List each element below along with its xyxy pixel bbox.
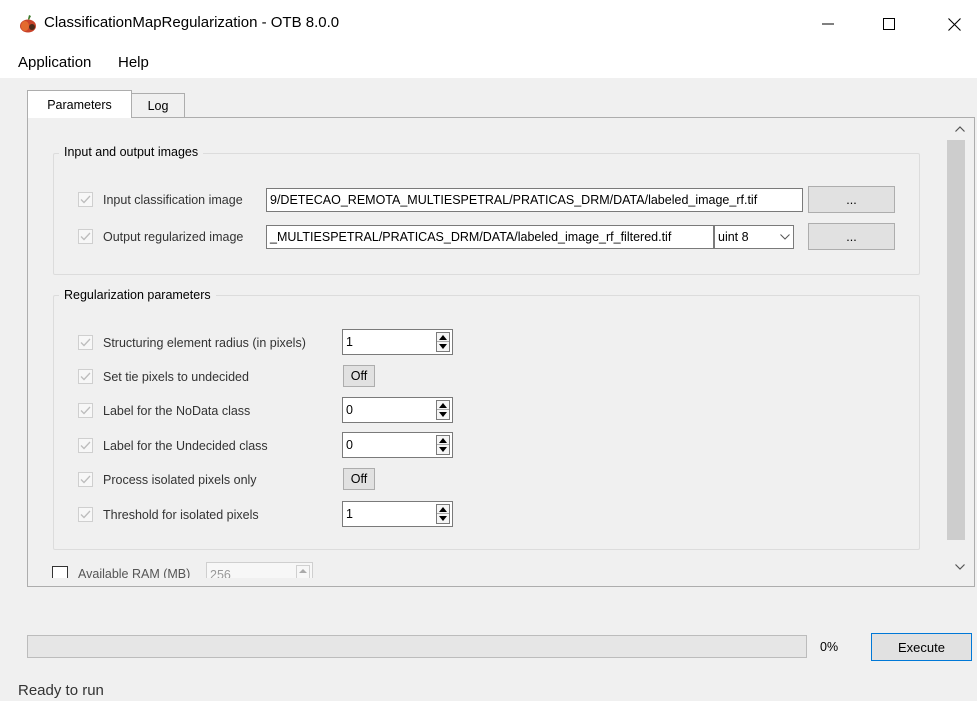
- close-icon: [947, 17, 961, 31]
- threshold-spinbox[interactable]: 1: [342, 501, 453, 527]
- close-button[interactable]: [931, 0, 977, 48]
- ram-stepper[interactable]: [296, 565, 310, 578]
- menu-bar: Application Help: [0, 48, 977, 78]
- radius-stepper[interactable]: [436, 332, 450, 352]
- chevron-up-icon: [955, 126, 965, 132]
- spin-up-icon[interactable]: [437, 436, 449, 445]
- isolated-enabled-checkbox[interactable]: [78, 472, 93, 487]
- ram-value: 256: [210, 568, 231, 578]
- checkmark-icon: [80, 338, 91, 347]
- undecided-enabled-checkbox[interactable]: [78, 438, 93, 453]
- input-path-field[interactable]: 9/DETECAO_REMOTA_MULTIESPETRAL/PRATICAS_…: [266, 188, 803, 212]
- undecided-stepper[interactable]: [436, 435, 450, 455]
- checkmark-icon: [80, 441, 91, 450]
- maximize-icon: [883, 18, 895, 30]
- isolated-label: Process isolated pixels only: [103, 473, 257, 487]
- spin-down-icon[interactable]: [437, 514, 449, 523]
- ram-enabled-checkbox[interactable]: [52, 566, 68, 578]
- radius-enabled-checkbox[interactable]: [78, 335, 93, 350]
- radius-value: 1: [346, 335, 353, 349]
- input-enabled-checkbox[interactable]: [78, 192, 93, 207]
- menu-help[interactable]: Help: [118, 54, 149, 71]
- regularization-group-title: Regularization parameters: [59, 288, 216, 302]
- menu-application[interactable]: Application: [18, 54, 91, 71]
- progress-bar: [27, 635, 807, 658]
- execute-button[interactable]: Execute: [871, 633, 972, 661]
- nodata-spinbox[interactable]: 0: [342, 397, 453, 423]
- threshold-stepper[interactable]: [436, 504, 450, 524]
- output-path-field[interactable]: _MULTIESPETRAL/PRATICAS_DRM/DATA/labeled…: [266, 225, 714, 249]
- checkmark-icon: [80, 406, 91, 415]
- parameters-scroll-area: Input and output images Input classifica…: [28, 118, 946, 578]
- spin-up-icon[interactable]: [437, 401, 449, 410]
- window-title: ClassificationMapRegularization - OTB 8.…: [44, 14, 340, 31]
- spin-down-icon[interactable]: [437, 342, 449, 351]
- output-type-select[interactable]: uint 8: [714, 225, 794, 249]
- tab-log-label: Log: [147, 98, 169, 113]
- nodata-value: 0: [346, 403, 353, 417]
- otb-app-icon: [18, 15, 38, 33]
- undecided-label: Label for the Undecided class: [103, 439, 268, 453]
- radius-label: Structuring element radius (in pixels): [103, 336, 306, 350]
- output-type-value: uint 8: [718, 230, 749, 244]
- io-group: [53, 153, 920, 275]
- threshold-enabled-checkbox[interactable]: [78, 507, 93, 522]
- nodata-stepper[interactable]: [436, 400, 450, 420]
- vertical-scrollbar[interactable]: [946, 118, 974, 578]
- output-enabled-checkbox[interactable]: [78, 229, 93, 244]
- tab-parameters-label: Parameters: [47, 97, 112, 112]
- spin-down-icon[interactable]: [437, 410, 449, 419]
- spin-up-icon[interactable]: [437, 333, 449, 342]
- chevron-down-icon: [955, 564, 965, 570]
- tie-label: Set tie pixels to undecided: [103, 370, 249, 384]
- threshold-label: Threshold for isolated pixels: [103, 508, 259, 522]
- output-label: Output regularized image: [103, 230, 244, 244]
- title-bar: ClassificationMapRegularization - OTB 8.…: [0, 0, 977, 48]
- ram-spinbox[interactable]: 256: [206, 562, 313, 578]
- input-label: Input classification image: [103, 193, 243, 207]
- tab-log[interactable]: Log: [132, 93, 185, 118]
- spin-down-icon[interactable]: [437, 445, 449, 454]
- ram-label: Available RAM (MB): [78, 567, 191, 578]
- tab-parameters[interactable]: Parameters: [27, 90, 132, 118]
- tie-toggle-button[interactable]: Off: [343, 365, 375, 387]
- tie-enabled-checkbox[interactable]: [78, 369, 93, 384]
- undecided-spinbox[interactable]: 0: [342, 432, 453, 458]
- output-browse-button[interactable]: ...: [808, 223, 895, 250]
- scroll-up-button[interactable]: [946, 118, 974, 140]
- radius-spinbox[interactable]: 1: [342, 329, 453, 355]
- checkmark-icon: [80, 232, 91, 241]
- nodata-label: Label for the NoData class: [103, 404, 251, 418]
- spin-up-icon: [299, 569, 307, 573]
- nodata-enabled-checkbox[interactable]: [78, 403, 93, 418]
- checkmark-icon: [80, 195, 91, 204]
- maximize-button[interactable]: [866, 0, 912, 48]
- isolated-toggle-button[interactable]: Off: [343, 468, 375, 490]
- chevron-down-icon: [780, 234, 790, 240]
- io-group-title: Input and output images: [59, 145, 204, 159]
- spin-up-icon[interactable]: [437, 505, 449, 514]
- undecided-value: 0: [346, 438, 353, 452]
- checkmark-icon: [80, 372, 91, 381]
- status-text: Ready to run: [18, 682, 104, 699]
- progress-percent: 0%: [820, 640, 839, 654]
- threshold-value: 1: [346, 507, 353, 521]
- checkmark-icon: [80, 475, 91, 484]
- input-browse-button[interactable]: ...: [808, 186, 895, 213]
- minimize-icon: [822, 23, 834, 25]
- scroll-down-button[interactable]: [946, 556, 974, 578]
- checkmark-icon: [80, 510, 91, 519]
- minimize-button[interactable]: [805, 0, 851, 48]
- scroll-thumb[interactable]: [947, 140, 965, 540]
